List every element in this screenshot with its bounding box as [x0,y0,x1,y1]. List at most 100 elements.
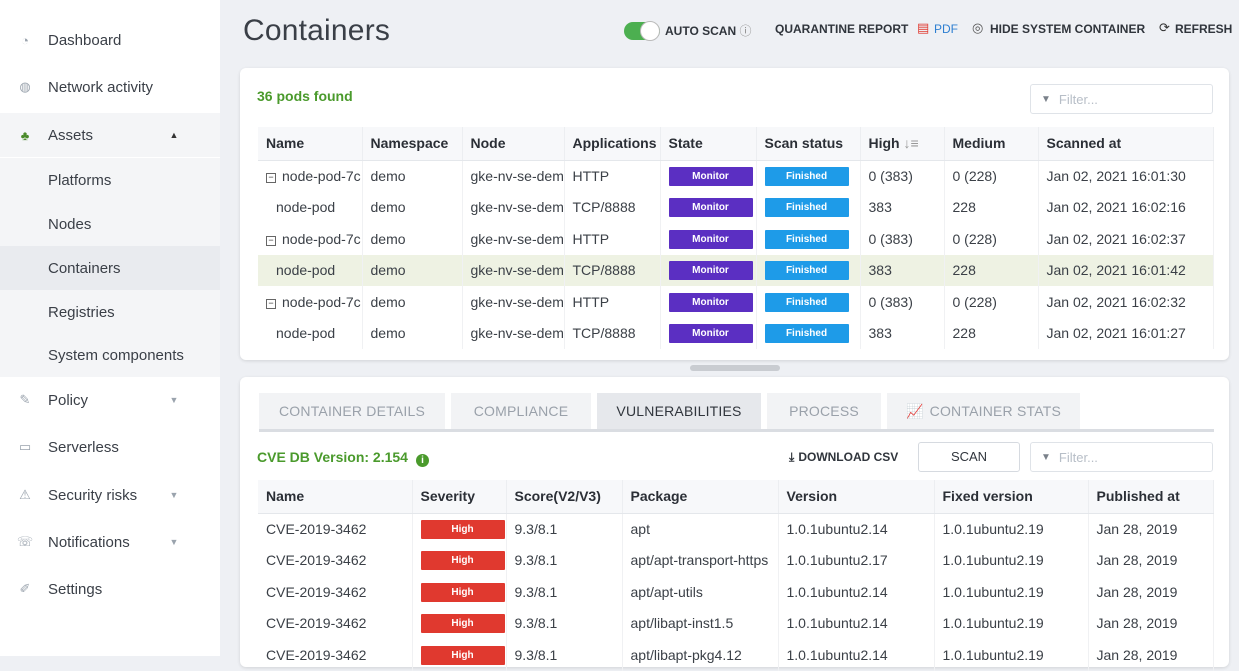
tab-container-details[interactable]: CONTAINER DETAILS [259,393,445,429]
info-icon[interactable]: i [415,454,429,467]
chevron-up-icon: ▲ [169,130,179,140]
sidebar-item-policy[interactable]: ✎ Policy ▼ [0,378,220,422]
sidebar-item-nodes[interactable]: Nodes [0,202,220,246]
column-header[interactable]: Severity [412,480,507,514]
published-at-cell: Jan 28, 2019 [1088,544,1214,576]
sidebar-item-label: Registries [48,303,115,321]
column-header[interactable]: Name [258,480,413,514]
sidebar-item-label: Assets [48,126,94,144]
download-csv-button[interactable]: ⤓ DOWNLOAD CSV [789,450,898,465]
tab-vulnerabilities[interactable]: VULNERABILITIES [597,393,761,429]
column-header[interactable]: State [660,127,757,161]
column-header[interactable]: Medium [944,127,1039,161]
sidebar-item-security-risks[interactable]: ⚠ Security risks ▼ [0,473,220,517]
table-row[interactable]: − node-pod-7c demo gke-nv-se-dem HTTP Monitor… [258,160,1214,192]
medium-cell: 228 [944,317,1039,349]
pod-name-cell[interactable]: − node-pod-7c [258,160,363,192]
cve-name-cell[interactable]: CVE-2019-3462 [258,544,413,576]
table-row[interactable]: − node-pod-7c demo gke-nv-se-dem HTTP Monitor… [258,223,1214,255]
pod-name-cell[interactable]: node-pod [258,191,363,223]
tab-compliance[interactable]: COMPLIANCE [451,393,591,429]
pod-name-cell[interactable]: node-pod [258,254,363,286]
sidebar-item-assets[interactable]: ♣ Assets ▲ [0,113,220,157]
collapse-icon[interactable]: − [266,298,276,309]
hide-system-container-button[interactable]: HIDE SYSTEM CONTAINER [990,22,1145,36]
sidebar-item-notifications[interactable]: ☏ Notifications ▼ [0,520,220,564]
sidebar-item-serverless[interactable]: ▭ Serverless [0,425,220,469]
sidebar-item-registries[interactable]: Registries [0,290,220,334]
cve-name-cell[interactable]: CVE-2019-3462 [258,576,413,608]
collapse-icon[interactable]: − [266,173,276,183]
page-title: Containers [243,14,391,47]
fixed-version-cell: 1.0.1ubuntu2.19 [934,544,1089,576]
sidebar-item-label: Containers [48,259,121,277]
refresh-button[interactable]: REFRESH [1175,22,1232,36]
quarantine-report-button[interactable]: QUARANTINE REPORT [775,22,908,36]
sidebar-item-system-components[interactable]: System components [0,333,220,377]
scan-status-badge: Finished [764,229,849,249]
medium-cell: 0 (228) [944,286,1039,318]
pods-filter-input[interactable]: ▼ Filter... [1030,84,1213,114]
cve-name-cell[interactable]: CVE-2019-3462 [258,607,413,639]
pdf-button[interactable]: PDF [934,22,958,36]
sidebar-item-containers[interactable]: Containers [0,246,220,290]
sidebar-item-platforms[interactable]: Platforms [0,158,220,202]
globe-icon: ◍ [19,79,31,94]
pod-name-cell[interactable]: − node-pod-7c [258,223,363,255]
version-cell: 1.0.1ubuntu2.14 [778,639,935,671]
table-row[interactable]: CVE-2019-3462 High 9.3/8.1 apt 1.0.1ubuntu2.… [258,513,1214,545]
table-row[interactable]: node-pod demo gke-nv-se-dem TCP/8888 Monitor… [258,317,1214,349]
column-header[interactable]: Version [778,480,935,514]
sidebar-item-label: Dashboard [48,31,122,49]
pdf-icon[interactable]: ▤ [917,20,929,36]
table-row[interactable]: − node-pod-7c demo gke-nv-se-dem HTTP Monitor… [258,286,1214,318]
pod-name-cell[interactable]: − node-pod-7c [258,286,363,318]
vulns-filter-input[interactable]: ▼ Filter... [1030,442,1213,472]
table-row[interactable]: CVE-2019-3462 High 9.3/8.1 apt/libapt-inst1… [258,607,1214,639]
package-cell: apt/apt-transport-https [622,544,779,576]
applications-cell: HTTP [564,223,661,255]
auto-scan-toggle[interactable] [624,21,660,41]
high-cell: 0 (383) [860,160,945,192]
state-badge: Monitor [668,292,753,312]
sort-desc-icon: ↓≡ [903,135,919,152]
score-cell: 9.3/8.1 [506,607,623,639]
column-header[interactable]: Fixed version [934,480,1089,514]
sidebar: ◔ Dashboard ◍ Network activity ♣ Assets … [0,0,220,656]
column-header-high[interactable]: High ↓≡ [860,127,945,161]
column-header[interactable]: Package [622,480,779,514]
medium-cell: 0 (228) [944,160,1039,192]
sidebar-item-settings[interactable]: ✐ Settings [0,567,220,611]
namespace-cell: demo [362,160,463,192]
namespace-cell: demo [362,317,463,349]
sidebar-item-label: Serverless [48,438,119,456]
table-row[interactable]: CVE-2019-3462 High 9.3/8.1 apt/libapt-pkg4.… [258,639,1214,671]
column-header[interactable]: Score(V2/V3) [506,480,623,514]
column-header[interactable]: Node [462,127,565,161]
sidebar-item-network-activity[interactable]: ◍ Network activity [0,65,220,109]
horizontal-scrollbar[interactable] [690,365,780,371]
column-header[interactable]: Namespace [362,127,463,161]
column-header[interactable]: Applications [564,127,661,161]
severity-badge: High [420,582,505,602]
cve-name-cell[interactable]: CVE-2019-3462 [258,513,413,545]
pod-name-cell[interactable]: node-pod [258,317,363,349]
scan-status-badge: Finished [764,167,849,186]
column-header[interactable]: Scanned at [1038,127,1214,161]
download-icon: ⤓ [789,450,795,464]
table-row[interactable]: node-pod demo gke-nv-se-dem TCP/8888 Monitor… [258,191,1214,223]
column-header[interactable]: Name [258,127,363,161]
sidebar-item-dashboard[interactable]: ◔ Dashboard [0,18,220,62]
table-row[interactable]: CVE-2019-3462 High 9.3/8.1 apt/apt-transpor… [258,544,1214,576]
score-cell: 9.3/8.1 [506,639,623,671]
table-row[interactable]: node-pod demo gke-nv-se-dem TCP/8888 Monitor… [258,254,1214,286]
column-header[interactable]: Scan status [756,127,861,161]
table-row[interactable]: CVE-2019-3462 High 9.3/8.1 apt/apt-utils 1.0… [258,576,1214,608]
cve-name-cell[interactable]: CVE-2019-3462 [258,639,413,671]
column-header[interactable]: Published at [1088,480,1214,514]
scan-button[interactable]: SCAN [918,442,1020,472]
tab-container-stats[interactable]: 📈 CONTAINER STATS [887,393,1080,429]
collapse-icon[interactable]: − [266,235,276,246]
tab-process[interactable]: PROCESS [767,393,881,429]
table-header-row: Name Namespace Node Applications State S… [258,127,1214,161]
